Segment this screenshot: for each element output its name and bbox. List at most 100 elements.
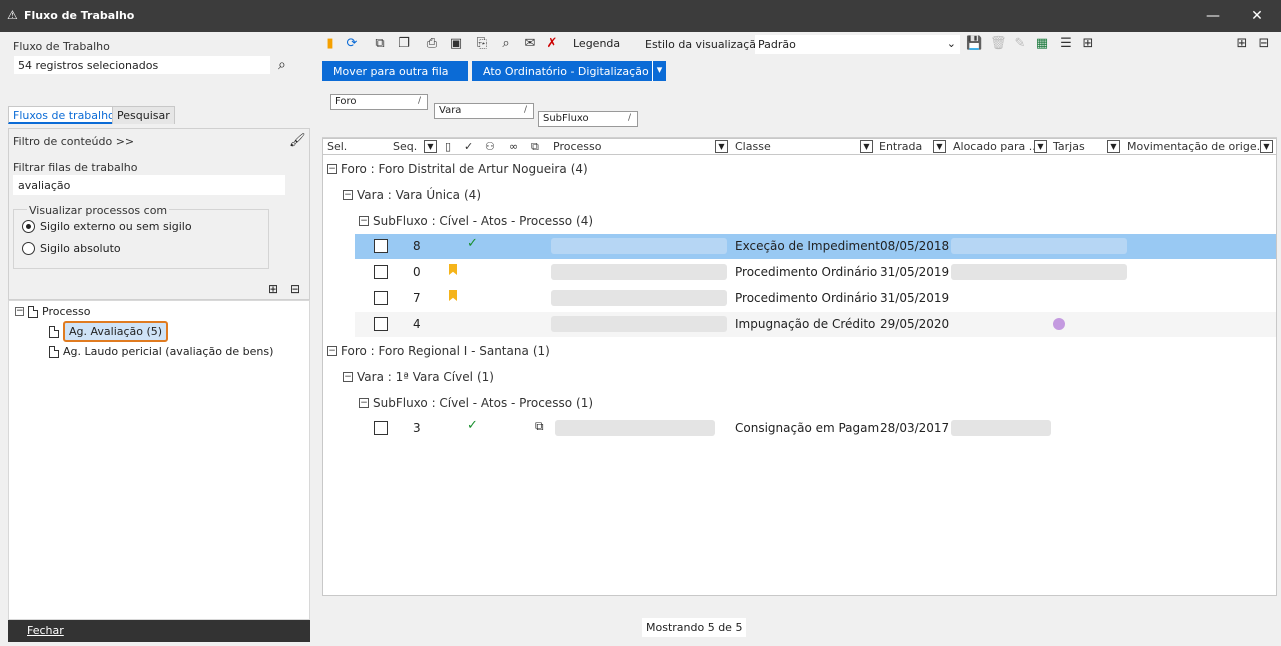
row-checkbox[interactable] xyxy=(374,317,388,331)
group-row-sub-2[interactable]: − SubFluxo : Cível - Atos - Processo (1) xyxy=(359,390,593,415)
attach-icon[interactable]: ⎘ xyxy=(474,36,490,52)
chevron-down-icon[interactable]: ▼ xyxy=(1034,140,1047,153)
table-row[interactable]: 7 Procedimento Ordinário 31/05/2019 xyxy=(355,286,1276,311)
print-icon[interactable]: ⎙ xyxy=(424,36,440,52)
tree-root[interactable]: − Processo xyxy=(15,305,90,318)
chevron-down-icon[interactable]: ▾ xyxy=(652,61,666,81)
filtrar-input[interactable]: avaliação xyxy=(13,175,285,195)
table-row[interactable]: 4 Impugnação de Crédito 29/05/2020 xyxy=(355,312,1276,337)
collapse-icon[interactable]: − xyxy=(359,397,369,408)
group-row-foro-1[interactable]: − Foro : Foro Distrital de Artur Nogueir… xyxy=(327,156,588,181)
filter-panel: Filtro de conteúdo >> 🖌 Filtrar filas de… xyxy=(8,128,310,300)
chevron-down-icon[interactable]: ▼ xyxy=(715,140,728,153)
row-seq: 4 xyxy=(413,317,421,331)
col-entrada[interactable]: Entrada xyxy=(879,140,922,153)
col-classe[interactable]: Classe xyxy=(735,140,771,153)
close-button[interactable]: ✕ xyxy=(1242,4,1272,28)
tab-pesquisar[interactable]: Pesquisar xyxy=(112,106,175,124)
row-entrada: 28/03/2017 xyxy=(880,421,950,435)
chevron-down-icon[interactable]: ▼ xyxy=(424,140,437,153)
collapse-icon[interactable]: − xyxy=(15,307,24,316)
fluxo-field[interactable]: 54 registros selecionados xyxy=(13,55,271,75)
collapse-icon[interactable]: − xyxy=(359,215,369,226)
chevron-down-icon[interactable]: ▼ xyxy=(1107,140,1120,153)
link-col-icon[interactable]: ∞ xyxy=(509,140,518,153)
comment-icon[interactable]: ✉ xyxy=(522,36,538,52)
group-row-foro-2[interactable]: − Foro : Foro Regional I - Santana (1) xyxy=(327,338,550,363)
group-foro[interactable]: Foro / xyxy=(330,94,428,110)
flag-col-icon[interactable]: ▯ xyxy=(445,140,451,153)
row-checkbox[interactable] xyxy=(374,421,388,435)
group-label: SubFluxo : Cível - Atos - Processo xyxy=(373,395,573,410)
group-subfluxo[interactable]: SubFluxo / xyxy=(538,111,638,127)
filter-clear-icon[interactable]: ✗ xyxy=(544,36,560,52)
group-row-vara-2[interactable]: − Vara : 1ª Vara Cível (1) xyxy=(343,364,494,389)
chevron-down-icon[interactable]: ▼ xyxy=(1260,140,1273,153)
search-doc-icon[interactable]: ⌕ xyxy=(498,36,514,52)
save-icon[interactable]: 💾 xyxy=(966,36,982,52)
tree-collapse-icon[interactable]: ⊟ xyxy=(290,282,300,296)
copy-icon: ⧉ xyxy=(535,419,544,433)
row-checkbox[interactable] xyxy=(374,291,388,305)
col-seq[interactable]: Seq. xyxy=(393,140,417,153)
table-row[interactable]: 8 ✓ Exceção de Impediment 08/05/2018 xyxy=(355,234,1276,259)
collapse-icon[interactable]: − xyxy=(327,345,337,356)
row-checkbox[interactable] xyxy=(374,239,388,253)
user-col-icon[interactable]: ⚇ xyxy=(485,140,495,153)
queue-tree: − Processo Ag. Avaliação (5) Ag. Laudo p… xyxy=(8,300,310,620)
collapse-all-icon[interactable]: ⊟ xyxy=(1256,36,1272,52)
filtrar-label: Filtrar filas de trabalho xyxy=(13,161,138,174)
radio-sigilo-externo[interactable]: Sigilo externo ou sem sigilo xyxy=(22,220,192,233)
collapse-icon[interactable]: − xyxy=(327,163,337,174)
group-row-sub-1[interactable]: − SubFluxo : Cível - Atos - Processo (4) xyxy=(359,208,593,233)
group-row-vara-1[interactable]: − Vara : Vara Única (4) xyxy=(343,182,481,207)
visualizar-label: Visualizar processos com xyxy=(27,204,170,217)
search-icon[interactable]: ⌕ xyxy=(278,57,286,73)
row-entrada: 31/05/2019 xyxy=(880,291,950,305)
check-col-icon[interactable]: ✓ xyxy=(464,140,473,153)
list-icon[interactable]: ☰ xyxy=(1058,36,1074,52)
row-seq: 7 xyxy=(413,291,421,305)
mover-button[interactable]: Mover para outra fila xyxy=(322,61,468,81)
new-icon[interactable]: ▮ xyxy=(322,36,338,52)
copy-icon[interactable]: ⧉ xyxy=(372,36,388,52)
brush-icon[interactable]: 🖌 xyxy=(289,133,306,148)
col-processo[interactable]: Processo xyxy=(553,140,601,153)
chevron-down-icon[interactable]: ▼ xyxy=(860,140,873,153)
excel-icon[interactable]: ▦ xyxy=(1034,36,1050,52)
minimize-button[interactable]: — xyxy=(1198,4,1228,28)
redacted-processo xyxy=(551,238,727,254)
group-vara[interactable]: Vara / xyxy=(434,103,534,119)
tree-node-laudo[interactable]: Ag. Laudo pericial (avaliação de bens) xyxy=(49,345,273,358)
row-classe: Impugnação de Crédito xyxy=(735,317,876,331)
collapse-icon[interactable]: − xyxy=(343,189,353,200)
col-alocado[interactable]: Alocado para ... xyxy=(953,140,1039,153)
tree-expand-icon[interactable]: ⊞ xyxy=(268,282,278,296)
chevron-down-icon[interactable]: ▼ xyxy=(933,140,946,153)
save-doc-icon[interactable]: ▣ xyxy=(448,36,464,52)
app-icon: ⚠ xyxy=(7,8,18,22)
window-icon[interactable]: ❐ xyxy=(396,36,412,52)
col-movimentacao[interactable]: Movimentação de orige... xyxy=(1127,140,1267,153)
filtro-conteudo-link[interactable]: Filtro de conteúdo >> xyxy=(13,135,134,148)
copy-col-icon[interactable]: ⧉ xyxy=(531,140,539,154)
estilo-select[interactable]: Padrão ⌄ xyxy=(755,35,960,54)
refresh-icon[interactable]: ⟳ xyxy=(344,36,360,52)
tree-node-avaliacao[interactable]: Ag. Avaliação (5) xyxy=(49,321,169,342)
radio-sigilo-absoluto[interactable]: Sigilo absoluto xyxy=(22,242,121,255)
redacted-alocado xyxy=(951,420,1051,436)
col-tarjas[interactable]: Tarjas xyxy=(1053,140,1085,153)
ato-ordinatorio-button[interactable]: Ato Ordinatório - Digitalização ▾ xyxy=(472,61,666,81)
legenda-button[interactable]: Legenda xyxy=(573,37,620,50)
collapse-icon[interactable]: − xyxy=(343,371,353,382)
col-sel[interactable]: Sel. xyxy=(327,140,347,153)
table-row[interactable]: 3 ✓ ⧉ Consignação em Pagam 28/03/2017 xyxy=(355,416,1276,441)
table-row[interactable]: 0 Procedimento Ordinário 31/05/2019 xyxy=(355,260,1276,285)
group-label: SubFluxo : Cível - Atos - Processo xyxy=(373,213,573,228)
check-icon: ✓ xyxy=(467,418,478,433)
fechar-button[interactable]: Fechar xyxy=(8,620,310,642)
tab-fluxos[interactable]: Fluxos de trabalho xyxy=(8,106,120,124)
layout-icon[interactable]: ⊞ xyxy=(1080,36,1096,52)
expand-all-icon[interactable]: ⊞ xyxy=(1234,36,1250,52)
row-checkbox[interactable] xyxy=(374,265,388,279)
